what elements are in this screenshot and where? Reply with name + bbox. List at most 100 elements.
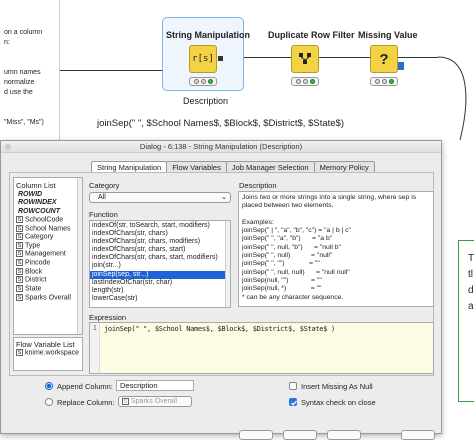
node-label[interactable]: Description xyxy=(183,96,228,106)
expression-editor[interactable]: 1 joinSep(" ", $School Names$, $Block$, … xyxy=(89,322,434,374)
description-line xyxy=(4,48,59,58)
replace-column-radio[interactable] xyxy=(45,398,53,406)
connection-curve xyxy=(437,56,467,140)
syntax-check-label: Syntax check on close xyxy=(301,398,376,407)
category-label: Category xyxy=(89,181,120,190)
column-name: ROWID xyxy=(18,191,43,198)
function-item[interactable]: indexOf(str, toSearch, start, modifiers) xyxy=(90,222,230,230)
ok-button[interactable] xyxy=(239,430,273,440)
workflow-annotation: joinSep(" ", $School Names$, $Block$, $D… xyxy=(97,118,344,129)
column-item[interactable]: ROWCOUNT xyxy=(16,208,80,216)
close-window-button[interactable] xyxy=(5,144,11,150)
node-status-indicator xyxy=(189,77,217,86)
duplicate-row-filter-node[interactable] xyxy=(291,45,319,73)
function-item[interactable]: indexOfChars(str, chars, modifiers) xyxy=(90,238,230,246)
question-icon: ? xyxy=(379,50,389,68)
syntax-check-checkbox[interactable] xyxy=(289,398,297,406)
description-line: placed between two elements. xyxy=(242,202,334,210)
function-item[interactable]: indexOfChars(str, chars) xyxy=(90,230,230,238)
description-line: joinSep(" ", null, null) = "null null" xyxy=(242,268,350,276)
annotation-text: T xyxy=(468,253,474,264)
append-column-input[interactable]: Description xyxy=(116,380,194,391)
description-line: joinSep(" ", "") = "" xyxy=(242,260,320,268)
description-line: Examples: xyxy=(242,218,274,226)
column-name: Pincode xyxy=(25,259,51,267)
function-item[interactable]: indexOfChars(str, chars, start) xyxy=(90,246,230,254)
description-line: joinSep(null, *) = "" xyxy=(242,285,322,293)
description-line: joinSep(" ", null) = "null" xyxy=(242,252,333,260)
column-name: Block xyxy=(25,268,43,276)
connection-line xyxy=(60,70,165,71)
string-type-icon: S xyxy=(16,285,23,293)
append-column-radio[interactable] xyxy=(45,382,53,390)
string-type-icon: S xyxy=(16,215,23,223)
insert-missing-checkbox[interactable] xyxy=(289,382,297,390)
column-name: SchoolCode xyxy=(25,216,64,224)
scrollbar[interactable] xyxy=(225,221,230,307)
description-line: joinSep(" ", null, "b") = "null b" xyxy=(242,243,341,251)
column-name: School Names xyxy=(25,224,71,232)
description-line: normalize xyxy=(4,79,35,86)
function-item[interactable]: joinSep(sep, str...) xyxy=(90,270,230,279)
description-line: Joins two or more strings into a single … xyxy=(242,194,417,201)
string-type-icon: S xyxy=(16,224,23,232)
function-list: indexOf(str, toSearch, start, modifiers)… xyxy=(89,220,231,308)
column-item[interactable]: ROWID xyxy=(16,191,80,199)
output-port[interactable] xyxy=(218,56,223,61)
column-item[interactable]: S School Names xyxy=(16,224,80,234)
column-item[interactable]: Sknime.workspace xyxy=(16,349,80,358)
column-item[interactable]: S Sparks Overall xyxy=(16,293,80,303)
string-type-icon: S xyxy=(16,233,23,241)
node-title: Duplicate Row Filter xyxy=(268,30,355,40)
column-item[interactable]: S Management xyxy=(16,250,80,259)
function-item[interactable]: lastIndexOfChar(str, char) xyxy=(90,279,230,287)
apply-button[interactable] xyxy=(283,430,317,440)
description-line: "Miss", "Ms") xyxy=(4,119,44,126)
flow-variable-port[interactable] xyxy=(398,62,404,70)
column-item[interactable]: S SchoolCode xyxy=(16,215,80,225)
column-name: Sparks Overall xyxy=(25,294,71,301)
column-list: ROWID ROWINDEX ROWCOUNT S SchoolCode S School … xyxy=(16,191,80,302)
description-line xyxy=(4,108,59,118)
checkmark-icon xyxy=(291,400,297,406)
column-item[interactable]: S Type xyxy=(16,241,80,251)
scrollbar[interactable] xyxy=(77,178,82,334)
column-name: ROWINDEX xyxy=(18,199,57,207)
column-item[interactable]: ROWINDEX xyxy=(16,199,80,207)
function-item[interactable]: indexOfChars(str, chars, start, modifier… xyxy=(90,254,230,262)
column-item[interactable]: S Category xyxy=(16,233,80,242)
column-item[interactable]: S State xyxy=(16,285,80,294)
help-button[interactable] xyxy=(401,430,435,440)
cancel-button[interactable] xyxy=(327,430,361,440)
function-item[interactable]: length(str) xyxy=(90,287,230,295)
annotation-text: tl xyxy=(468,269,473,280)
function-label: Function xyxy=(89,210,118,219)
description-line xyxy=(242,211,430,219)
description-line: n: xyxy=(4,39,10,46)
column-item[interactable]: S Pincode xyxy=(16,259,80,268)
flow-variable-list: Sknime.workspace xyxy=(16,349,80,358)
column-name: ROWCOUNT xyxy=(18,207,60,215)
string-type-icon: S xyxy=(16,293,23,301)
replace-column-select[interactable]: S Sparks Overall xyxy=(118,396,192,407)
category-select[interactable]: All ⌄ xyxy=(89,192,231,203)
description-line: joinSep(" ", "a", "b") = "a b" xyxy=(242,235,333,243)
column-name: Management xyxy=(25,250,66,258)
node-description-panel: on a column n: umn names normalize d use th… xyxy=(0,0,60,155)
column-name: Category xyxy=(25,233,54,241)
column-list-panel: Column List ROWID ROWINDEX ROWCOUNT S School… xyxy=(13,177,83,335)
expression-text[interactable]: joinSep(" ", $School Names$, $Block$, $D… xyxy=(104,325,335,333)
string-type-icon: S xyxy=(16,267,23,275)
column-item[interactable]: S Block xyxy=(16,267,80,277)
description-label: Description xyxy=(239,181,277,190)
function-item[interactable]: join(str...) xyxy=(90,262,230,270)
string-manipulation-icon: r[s] xyxy=(189,45,217,73)
replace-column-value: Sparks Overall xyxy=(131,398,177,405)
string-type-icon: S xyxy=(16,276,23,284)
column-name: State xyxy=(25,285,42,293)
column-item[interactable]: S District xyxy=(16,276,80,285)
column-name: District xyxy=(25,276,47,284)
missing-value-node[interactable]: ? xyxy=(370,45,398,73)
function-item[interactable]: lowerCase(str) xyxy=(90,295,230,303)
column-list-label: Column List xyxy=(16,181,56,190)
